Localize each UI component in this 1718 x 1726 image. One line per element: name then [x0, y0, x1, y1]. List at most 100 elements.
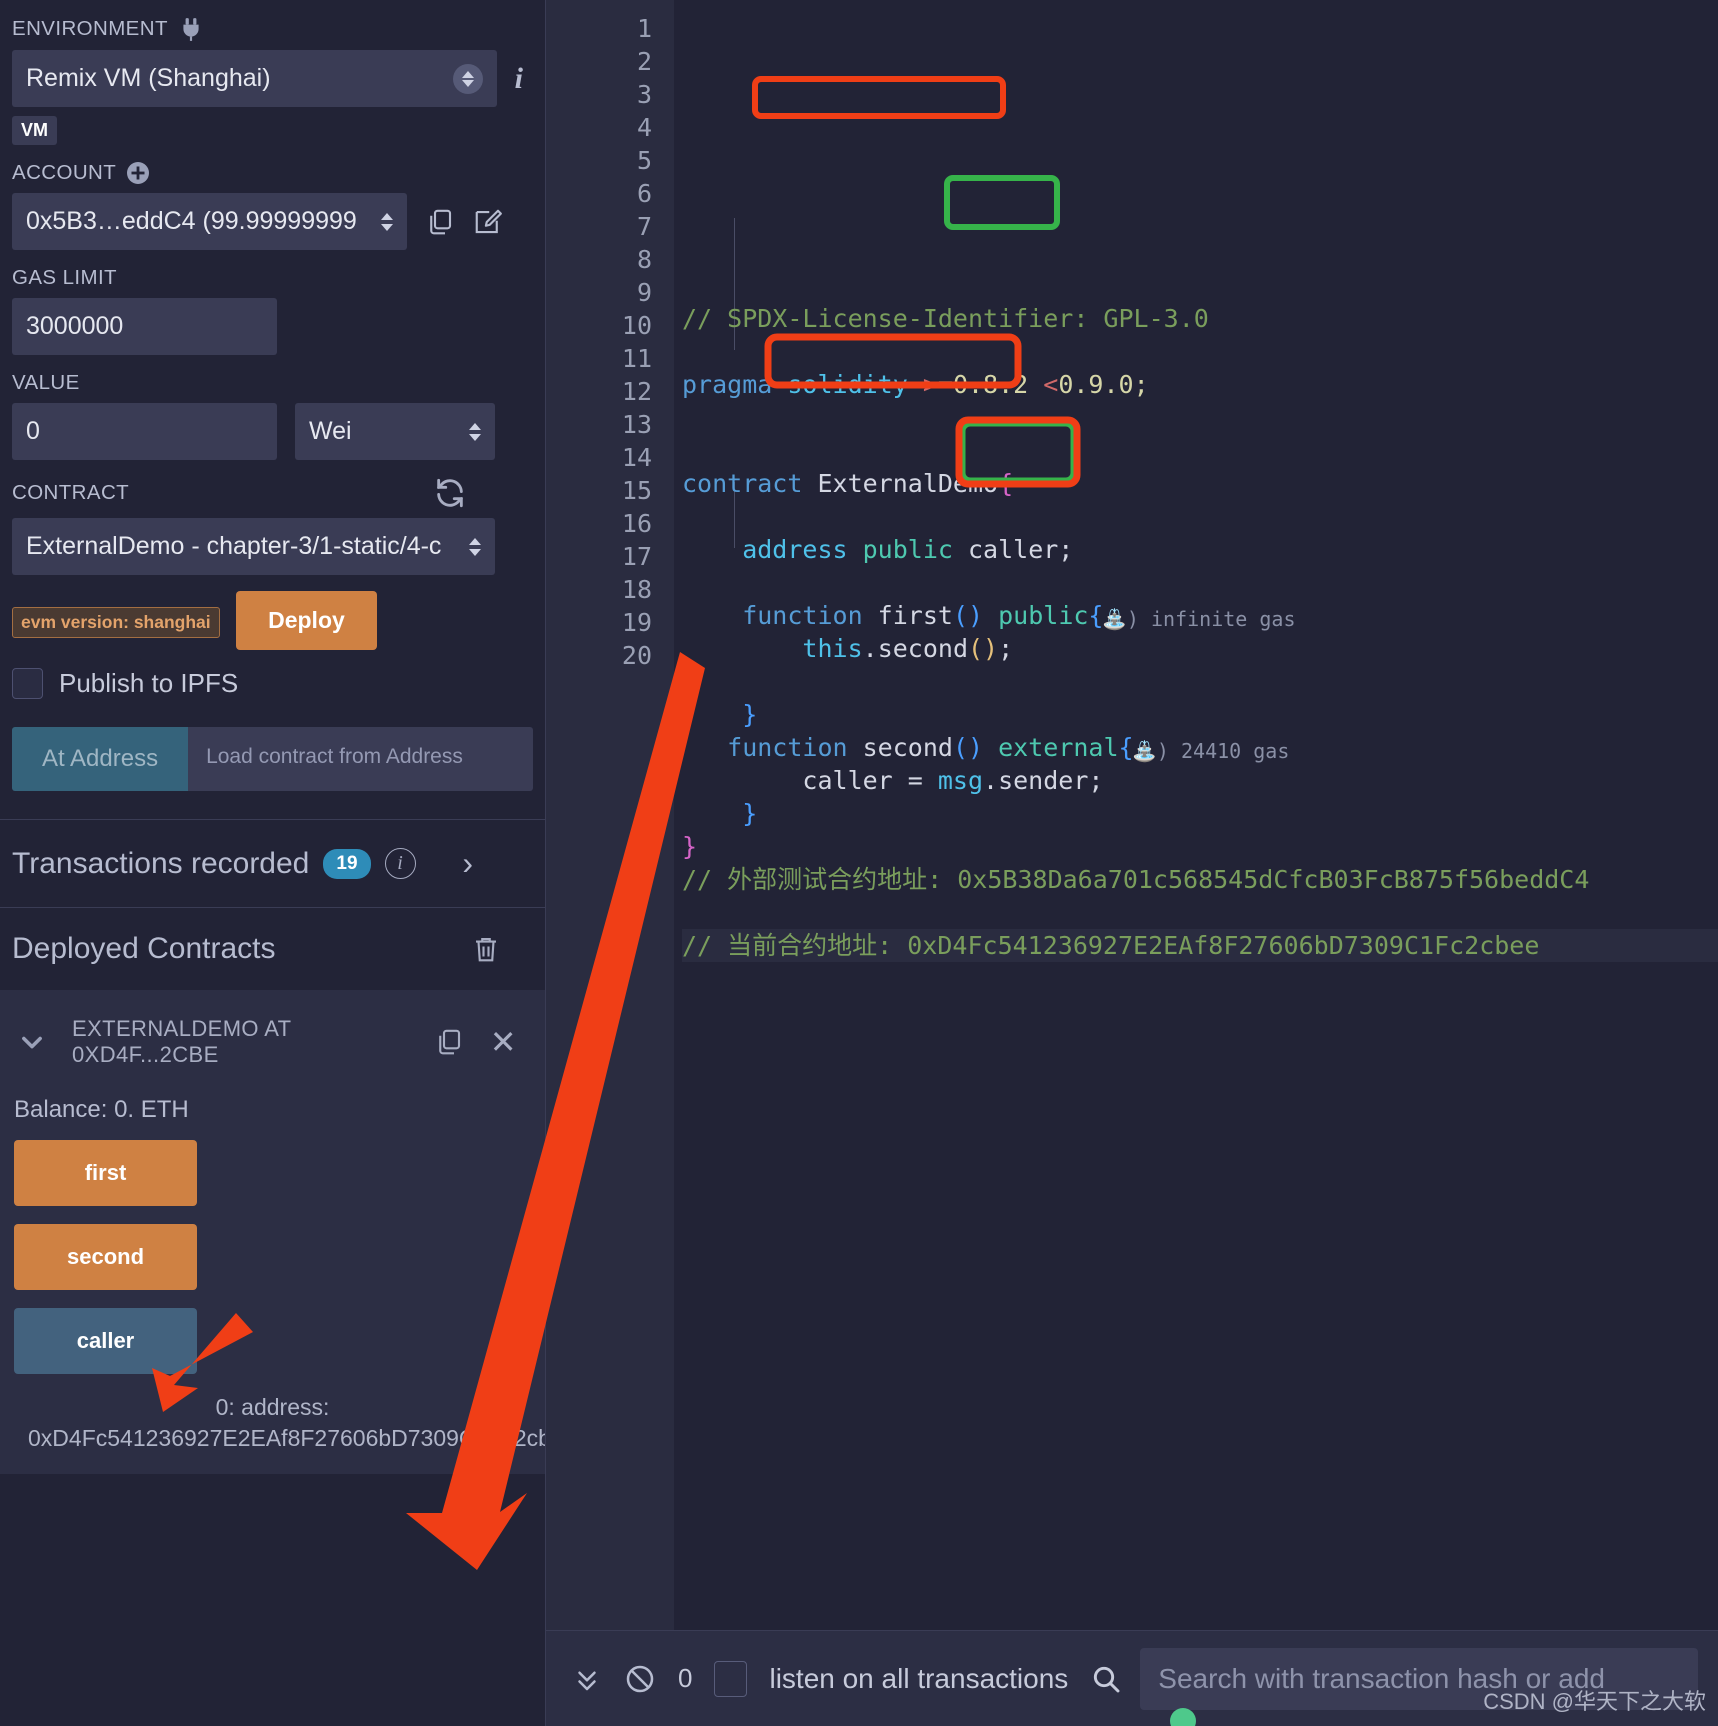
- publish-to-ipfs-checkbox[interactable]: [12, 668, 43, 699]
- code-line[interactable]: [682, 665, 1718, 698]
- publish-to-ipfs-row[interactable]: Publish to IPFS: [12, 668, 545, 699]
- code-line[interactable]: // 外部测试合约地址: 0x5B38Da6a701c568545dCfcB03…: [682, 863, 1718, 896]
- code-token: }: [682, 700, 758, 729]
- code-token: (): [952, 733, 984, 762]
- code-token: second: [862, 733, 953, 762]
- value-amount: 0: [26, 417, 40, 445]
- deployed-contracts-header: Deployed Contracts: [0, 908, 545, 990]
- contract-value: ExternalDemo - chapter-3/1-static/4-c: [26, 532, 442, 560]
- code-token: first: [877, 601, 953, 630]
- ban-icon[interactable]: [624, 1663, 656, 1695]
- status-dot: [1170, 1708, 1196, 1726]
- line-number: 10: [621, 311, 652, 340]
- copy-icon[interactable]: [434, 1027, 464, 1057]
- code-token: msg: [937, 766, 984, 795]
- publish-to-ipfs-label: Publish to IPFS: [59, 668, 239, 698]
- code-token: 0.9.0;: [1058, 370, 1149, 399]
- code-token: caller;: [967, 535, 1074, 564]
- double-chevron-down-icon[interactable]: [572, 1664, 602, 1694]
- line-number: 12: [621, 377, 652, 406]
- code-line[interactable]: // SPDX-License-Identifier: GPL-3.0: [682, 302, 1718, 335]
- code-line[interactable]: [682, 401, 1718, 434]
- environment-select[interactable]: Remix VM (Shanghai): [12, 50, 497, 107]
- plus-circle-icon[interactable]: [126, 161, 150, 185]
- value-unit-select[interactable]: Wei: [295, 403, 495, 460]
- code-content[interactable]: // SPDX-License-Identifier: GPL-3.0 pragm…: [674, 0, 1718, 1630]
- code-line[interactable]: this.second();: [682, 632, 1718, 665]
- chevron-updown-icon[interactable]: [381, 212, 393, 231]
- code-line[interactable]: }: [682, 830, 1718, 863]
- listen-all-transactions-checkbox[interactable]: [714, 1660, 748, 1697]
- code-token: solidity: [787, 370, 923, 399]
- code-token: ;: [998, 634, 1014, 663]
- chevron-right-icon[interactable]: ›: [462, 845, 473, 882]
- code-line[interactable]: }: [682, 698, 1718, 731]
- close-icon[interactable]: ✕: [490, 1023, 527, 1061]
- line-number: 1: [636, 14, 652, 43]
- contract-label-row: CONTRACT: [12, 476, 467, 510]
- code-line[interactable]: address public caller;: [682, 533, 1718, 566]
- fuel-icon: ⛲): [1102, 607, 1139, 631]
- transactions-count-badge: 19: [323, 848, 371, 879]
- transactions-recorded-row[interactable]: Transactions recorded 19 i ›: [0, 820, 545, 907]
- code-line[interactable]: [682, 335, 1718, 368]
- code-line[interactable]: [682, 566, 1718, 599]
- function-button-first[interactable]: first: [14, 1140, 197, 1206]
- account-label-text: ACCOUNT: [12, 161, 117, 184]
- at-address-button[interactable]: At Address: [12, 727, 189, 791]
- refresh-icon[interactable]: [433, 476, 467, 510]
- value-label: VALUE: [12, 371, 80, 394]
- copy-icon[interactable]: [425, 207, 455, 237]
- remix-ide-window: ENVIRONMENT Remix VM (Shanghai) i VM ACC…: [0, 0, 1718, 1726]
- contract-select[interactable]: ExternalDemo - chapter-3/1-static/4-c: [12, 518, 495, 575]
- at-address-input[interactable]: Load contract from Address: [188, 727, 533, 791]
- function-return-value: 0: address: 0xD4Fc541236927E2EAf8F27606b…: [28, 1394, 545, 1452]
- code-token: // SPDX-License-Identifier: GPL-3.0: [682, 304, 1209, 333]
- transactions-recorded-label: Transactions recorded: [12, 846, 310, 880]
- chevron-updown-icon[interactable]: [469, 537, 481, 556]
- code-editor[interactable]: 1 2 3 4 5 6 7 8 9 10 11 12 13 14 15 16 17 18 19 20 // SPDX-…: [545, 0, 1718, 1630]
- terminal-count: 0: [678, 1663, 693, 1693]
- fuel-icon: ⛲): [1132, 739, 1169, 763]
- line-number: 8: [636, 245, 652, 274]
- code-line[interactable]: [682, 896, 1718, 929]
- code-line[interactable]: [682, 500, 1718, 533]
- chevron-updown-icon[interactable]: [452, 63, 483, 94]
- code-token: pragma: [682, 370, 788, 399]
- gas-limit-input[interactable]: 3000000: [12, 298, 277, 355]
- contract-balance: Balance: 0. ETH: [14, 1096, 189, 1123]
- code-line[interactable]: caller = msg.sender;: [682, 764, 1718, 797]
- code-token: external: [998, 733, 1119, 762]
- search-icon[interactable]: [1090, 1663, 1122, 1695]
- code-line[interactable]: [682, 434, 1718, 467]
- function-button-caller[interactable]: caller: [14, 1308, 197, 1374]
- code-token: // 外部测试合约地址: 0x5B38Da6a701c568545dCfcB03…: [682, 865, 1590, 894]
- edit-icon[interactable]: [473, 207, 503, 237]
- gas-estimate-text: infinite gas: [1151, 607, 1296, 631]
- value-input[interactable]: 0: [12, 403, 277, 460]
- code-line[interactable]: pragma solidity >=0.8.2 <0.9.0;: [682, 368, 1718, 401]
- plug-icon: [178, 16, 204, 42]
- account-value: 0x5B3…eddC4 (99.99999999: [26, 207, 357, 235]
- trash-icon[interactable]: [471, 934, 501, 964]
- line-number: 19: [621, 608, 652, 637]
- account-select[interactable]: 0x5B3…eddC4 (99.99999999: [12, 193, 407, 250]
- code-line[interactable]: // 当前合约地址: 0xD4Fc541236927E2EAf8F27606bD…: [682, 929, 1718, 962]
- vm-badge: VM: [12, 116, 57, 145]
- code-line[interactable]: }: [682, 797, 1718, 830]
- environment-label: ENVIRONMENT: [12, 16, 545, 42]
- function-button-second[interactable]: second: [14, 1224, 197, 1290]
- chevron-updown-icon[interactable]: [469, 422, 481, 441]
- deployed-contract-header[interactable]: EXTERNALDEMO AT 0XD4F...2CBE ✕: [0, 990, 545, 1088]
- code-line[interactable]: contract ExternalDemo{: [682, 467, 1718, 500]
- code-line[interactable]: function first() public{⛲) infinite gas: [682, 599, 1718, 632]
- chevron-down-icon[interactable]: [18, 1028, 46, 1056]
- info-icon[interactable]: i: [384, 848, 416, 879]
- code-token: public: [998, 601, 1089, 630]
- code-line[interactable]: function second() external{⛲) 24410 gas: [682, 731, 1718, 764]
- annotation-box-external: [944, 175, 1060, 230]
- deploy-button[interactable]: Deploy: [236, 591, 377, 650]
- info-icon[interactable]: i: [515, 62, 533, 96]
